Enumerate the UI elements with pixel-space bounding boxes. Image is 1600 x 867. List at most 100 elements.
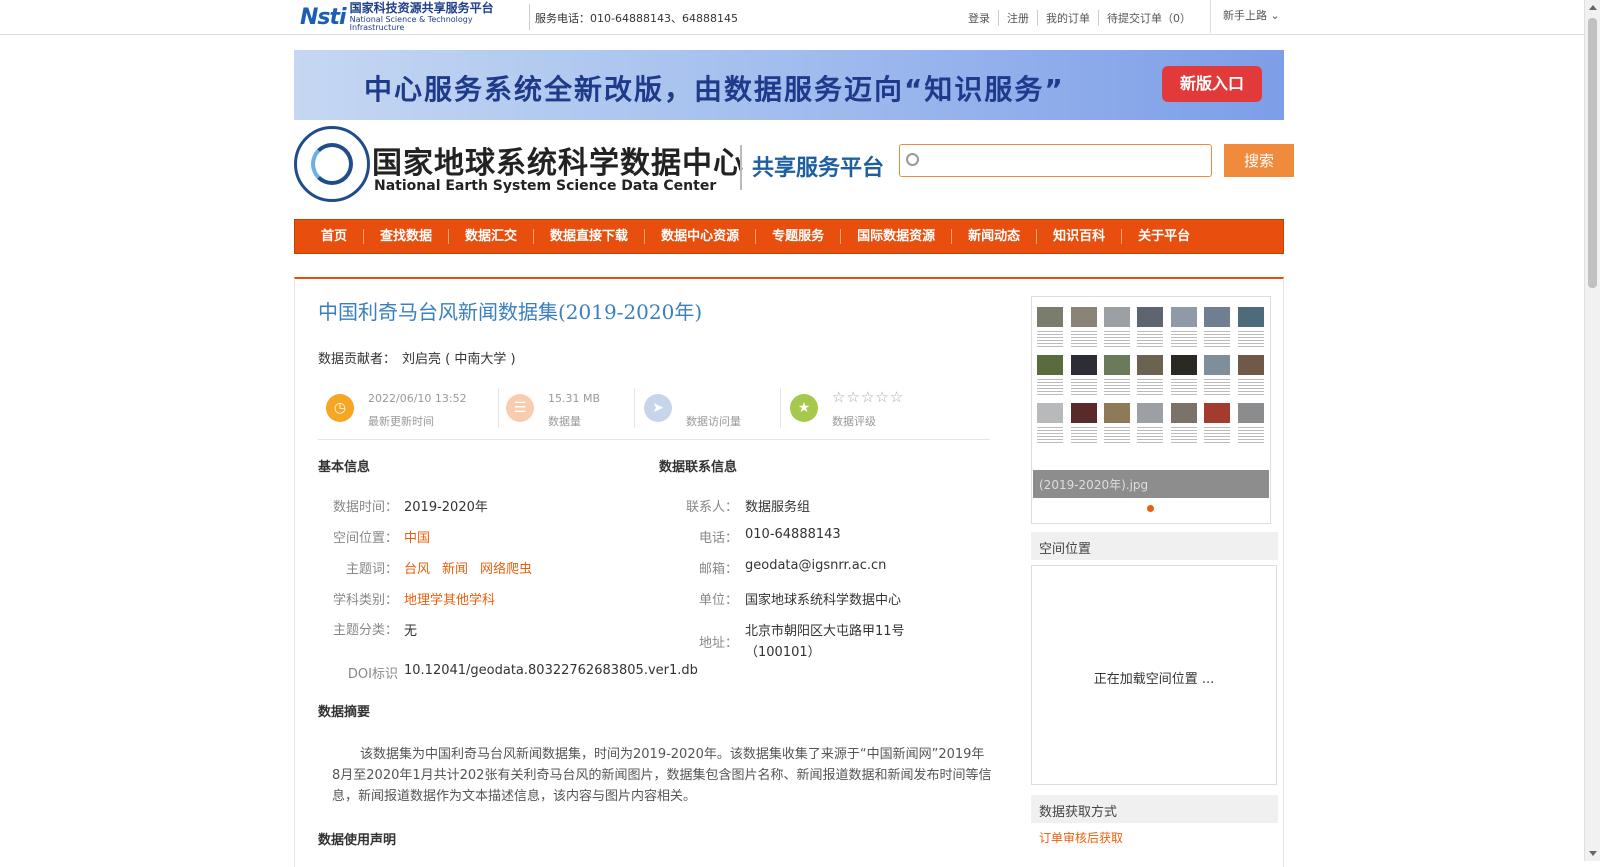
doi-value[interactable]: 10.12041/geodata.80322762683805.ver1.db (404, 663, 698, 678)
nsti-logo[interactable]: Nsti 国家科技资源共享服务平台 National Science & Tec… (300, 2, 526, 32)
stat-divider (634, 388, 635, 428)
access-method-link[interactable]: 订单审核后获取 (1039, 829, 1123, 846)
clock-icon: ◷ (326, 394, 354, 422)
search-input[interactable] (926, 149, 1206, 172)
top-bar: Nsti 国家科技资源共享服务平台 National Science & Tec… (0, 0, 1584, 35)
thumbnail (1137, 403, 1164, 443)
data-center-name-en: National Earth System Science Data Cente… (374, 178, 717, 194)
thumbnail (1237, 307, 1265, 347)
keyword-link[interactable]: 网络爬虫 (480, 562, 532, 577)
search-button[interactable]: 搜索 (1224, 144, 1294, 177)
nav-home[interactable]: 首页 (305, 229, 365, 244)
main-nav: 首页 查找数据 数据汇交 数据直接下载 数据中心资源 专题服务 国际数据资源 新… (294, 219, 1284, 254)
page-scrollbar[interactable] (1584, 0, 1600, 861)
spatial-map[interactable]: 正在加载空间位置 ... (1031, 565, 1277, 785)
contributor-value: 刘启亮 ( 中南大学 ) (402, 352, 516, 367)
address-value-line1: 北京市朝阳区大屯路甲11号 (745, 624, 905, 639)
nav-topic-services[interactable]: 专题服务 (756, 229, 842, 244)
keyword-link[interactable]: 台风 (404, 562, 430, 577)
abstract-text: 该数据集为中国利奇马台风新闻数据集，时间为2019-2020年。该数据集收集了来… (332, 747, 992, 804)
contact-value: 数据服务组 (745, 500, 811, 515)
size-value: 15.31 MB (548, 392, 601, 405)
category-label: 主题分类： (332, 623, 398, 638)
nav-international-data[interactable]: 国际数据资源 (841, 229, 953, 244)
carousel-caption: (2019-2020年).jpg (1033, 470, 1269, 498)
visits-label: 数据访问量 (686, 415, 741, 428)
scroll-down-arrow-icon[interactable] (1589, 851, 1597, 856)
search-icon (906, 153, 919, 166)
thumbnail (1237, 355, 1265, 395)
email-value[interactable]: geodata@igsnrr.ac.cn (745, 558, 886, 573)
basic-info-heading: 基本信息 (318, 460, 371, 475)
nsti-platform-name: 国家科技资源共享服务平台 (349, 1, 494, 15)
scroll-up-arrow-icon[interactable] (1589, 5, 1597, 10)
image-preview-carousel[interactable]: (2019-2020年).jpg (1031, 296, 1271, 524)
dataset-stats: ◷ 2022/06/10 13:52 最新更新时间 ☰ 15.31 MB 数据量… (318, 386, 990, 440)
thumbnail (1037, 355, 1064, 395)
usage-heading: 数据使用声明 (318, 833, 397, 848)
data-center-emblem[interactable] (294, 126, 370, 202)
updated-label: 最新更新时间 (368, 415, 434, 428)
nsti-logo-mark: Nsti (300, 4, 347, 30)
rating-stars[interactable]: ☆☆☆☆☆ (832, 388, 904, 406)
topbar-divider (529, 4, 530, 30)
register-link[interactable]: 注册 (999, 10, 1038, 26)
login-link[interactable]: 登录 (960, 10, 999, 26)
thumbnail (1037, 307, 1064, 347)
nav-find-data[interactable]: 查找数据 (364, 229, 450, 244)
data-center-name: 国家地球系统科学数据中心 (372, 146, 744, 181)
scroll-thumb[interactable] (1588, 18, 1597, 288)
pending-orders-link[interactable]: 待提交订单（0） (1099, 10, 1199, 26)
data-time-label: 数据时间： (332, 500, 398, 515)
map-loading-text: 正在加载空间位置 ... (1093, 672, 1215, 687)
nav-direct-download[interactable]: 数据直接下载 (534, 229, 646, 244)
discipline-value: 地理学其他学科 (404, 589, 507, 608)
thumbnail (1237, 403, 1265, 443)
address-label: 地址： (698, 636, 738, 651)
category-value: 无 (404, 624, 418, 639)
nav-about[interactable]: 关于平台 (1122, 229, 1206, 244)
location-label: 空间位置： (332, 531, 398, 546)
unit-label: 单位： (698, 593, 738, 608)
nav-center-resources[interactable]: 数据中心资源 (645, 229, 757, 244)
nav-news[interactable]: 新闻动态 (952, 229, 1038, 244)
thumbnail (1170, 307, 1198, 347)
phone-label: 电话： (698, 531, 738, 546)
thumbnail (1204, 403, 1231, 443)
stat-updated: ◷ 2022/06/10 13:52 最新更新时间 (318, 386, 488, 432)
location-link[interactable]: 中国 (404, 531, 430, 546)
nav-data-submission[interactable]: 数据汇交 (449, 229, 535, 244)
stat-rating: ★ ☆☆☆☆☆ 数据评级 (782, 386, 962, 432)
thumbnail (1104, 355, 1131, 395)
address-value-line2: （100101） (745, 645, 821, 660)
new-version-button[interactable]: 新版入口 (1162, 66, 1262, 102)
thumbnail-grid (1034, 307, 1268, 443)
dataset-title: 中国利奇马台风新闻数据集(2019-2020年) (318, 300, 703, 324)
thumbnail (1170, 355, 1198, 395)
phone-value: 010-64888143 (745, 527, 841, 542)
layers-icon: ☰ (506, 394, 534, 422)
contributor-label: 数据贡献者： (318, 352, 397, 367)
promo-banner[interactable]: 中心服务系统全新改版，由数据服务迈向“知识服务” 新版入口 (294, 50, 1284, 120)
thumbnail (1070, 307, 1098, 347)
beginner-guide-label: 新手上路 (1223, 9, 1267, 22)
updated-value: 2022/06/10 13:52 (368, 392, 467, 405)
chevron-down-icon: ⌄ (1270, 9, 1280, 22)
nsti-platform-name-en: National Science & Technology Infrastruc… (349, 15, 473, 32)
carousel-dot[interactable] (1147, 505, 1154, 512)
size-label: 数据量 (548, 415, 581, 428)
beginner-guide-menu[interactable]: 新手上路 ⌄ (1210, 0, 1292, 33)
discipline-link[interactable]: 地理学其他学科 (404, 593, 495, 608)
banner-text: 中心服务系统全新改版，由数据服务迈向“知识服务” (364, 73, 1065, 106)
contact-info-heading: 数据联系信息 (659, 460, 738, 475)
thumbnail (1137, 307, 1164, 347)
nav-knowledge[interactable]: 知识百科 (1037, 229, 1123, 244)
keywords-label: 主题词： (345, 562, 398, 577)
star-icon: ★ (790, 394, 818, 422)
my-orders-link[interactable]: 我的订单 (1038, 10, 1099, 26)
location-value: 中国 (404, 527, 442, 546)
keyword-link[interactable]: 新闻 (442, 562, 468, 577)
thumbnail (1104, 307, 1131, 347)
stat-visits: ➤ 数据访问量 (636, 386, 776, 432)
thumbnail (1037, 403, 1064, 443)
